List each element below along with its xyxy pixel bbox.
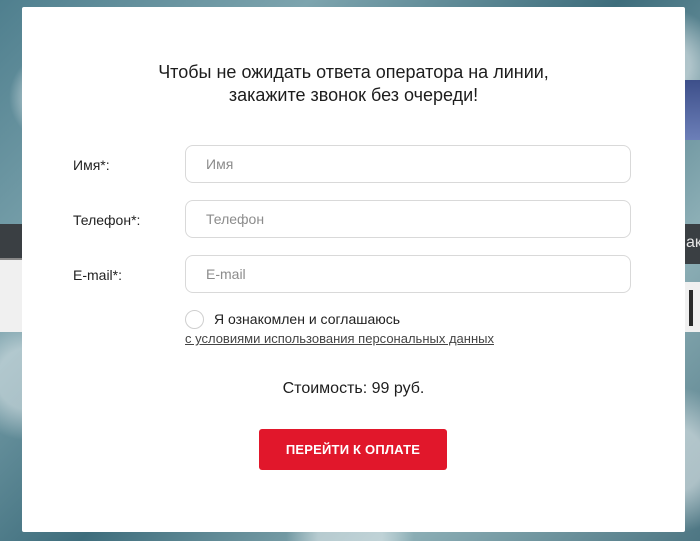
name-input[interactable]	[185, 145, 631, 183]
background-panel-right	[685, 282, 700, 332]
consent-label: Я ознакомлен и соглашаюсь	[214, 311, 401, 327]
personal-data-terms-link[interactable]: с условиями использования персональных д…	[185, 331, 494, 346]
background-partial-text: ак	[686, 234, 700, 251]
background-device-image	[685, 80, 700, 140]
phone-label: Телефон*:	[73, 212, 141, 228]
modal-heading-line2: закажите звонок без очереди!	[228, 85, 479, 105]
price-text: Стоимость: 99 руб.	[282, 380, 425, 397]
email-input[interactable]	[185, 255, 631, 293]
callback-modal: Чтобы не ожидать ответа оператора на лин…	[22, 7, 685, 532]
phone-input[interactable]	[185, 200, 631, 238]
consent-checkbox[interactable]	[185, 310, 204, 329]
modal-heading: Чтобы не ожидать ответа оператора на лин…	[22, 61, 685, 107]
modal-heading-line1: Чтобы не ожидать ответа оператора на лин…	[158, 62, 549, 82]
background-bar	[689, 290, 693, 326]
name-label: Имя*:	[73, 157, 110, 173]
background-nav-strip-left	[0, 224, 22, 258]
proceed-to-payment-button[interactable]: ПЕРЕЙТИ К ОПЛАТЕ	[259, 429, 447, 470]
email-label: E-mail*:	[73, 267, 123, 283]
background-panel-left	[0, 258, 22, 332]
